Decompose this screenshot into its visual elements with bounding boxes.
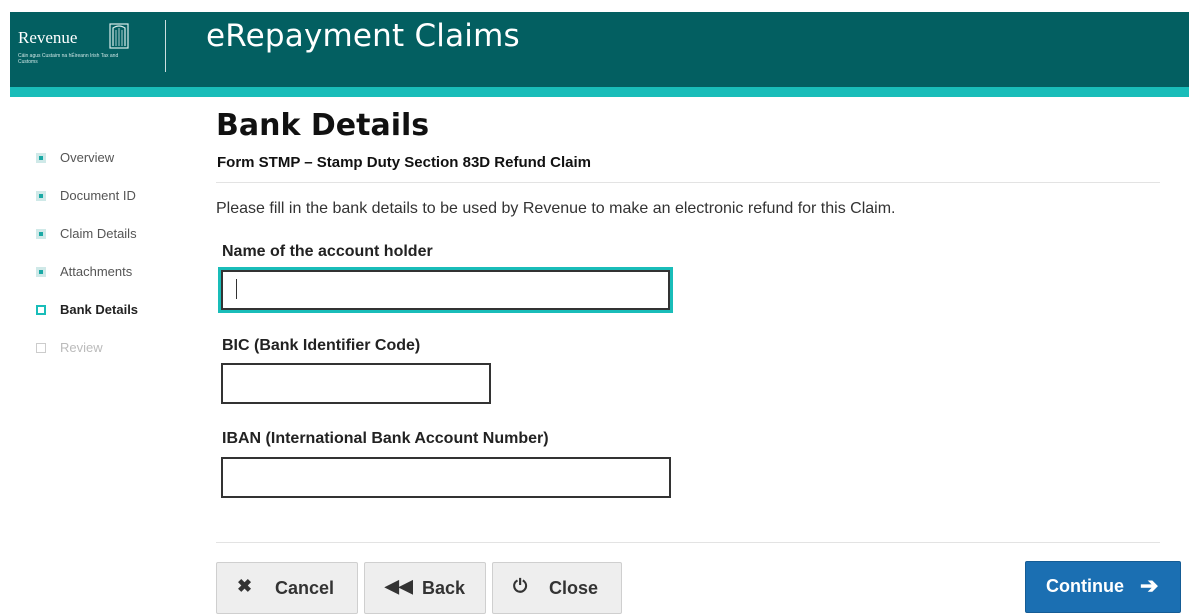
sidebar-item-label: Review <box>60 340 103 355</box>
step-complete-icon <box>36 267 46 277</box>
app-title: eRepayment Claims <box>206 18 520 54</box>
close-button[interactable]: ⏻ Close <box>492 562 622 614</box>
sidebar-item-label: Claim Details <box>60 226 137 241</box>
account-holder-input[interactable] <box>221 270 670 310</box>
form-subtitle: Form STMP – Stamp Duty Section 83D Refun… <box>217 154 591 171</box>
intro-text: Please fill in the bank details to be us… <box>216 200 896 217</box>
top-margin <box>0 0 1189 12</box>
divider <box>216 542 1160 543</box>
logo-subtext: Cáin agus Custaim na hÉireann Irish Tax … <box>18 53 119 65</box>
divider <box>216 182 1160 183</box>
cancel-button[interactable]: ✖ Cancel <box>216 562 358 614</box>
continue-button-label: Continue <box>1046 576 1124 596</box>
close-x-icon: ✖ <box>237 576 253 596</box>
sidebar-item-label: Bank Details <box>60 302 139 317</box>
continue-button[interactable]: Continue ➔ <box>1025 561 1181 613</box>
revenue-logo[interactable]: Revenue Cáin agus Custaim na hÉireann Ir… <box>18 20 136 70</box>
sidebar-item-overview[interactable]: Overview <box>36 150 196 188</box>
iban-label: IBAN (International Bank Account Number) <box>222 430 549 447</box>
back-button-label: Back <box>422 578 466 598</box>
rewind-icon: ◀◀ <box>385 576 413 596</box>
step-complete-icon <box>36 229 46 239</box>
cancel-button-label: Cancel <box>275 578 335 598</box>
header-divider <box>165 20 166 72</box>
sidebar-item-label: Attachments <box>60 264 133 279</box>
sidebar-item-label: Overview <box>60 150 115 165</box>
header-accent-bar <box>10 87 1189 97</box>
iban-input[interactable] <box>221 457 671 498</box>
text-caret <box>236 279 237 299</box>
bic-label: BIC (Bank Identifier Code) <box>222 337 421 354</box>
account-holder-label: Name of the account holder <box>222 243 433 260</box>
back-button[interactable]: ◀◀ Back <box>364 562 486 614</box>
step-current-icon <box>36 305 46 315</box>
power-icon: ⏻ <box>513 576 528 596</box>
sidebar-item-bank-details: Bank Details <box>36 302 196 340</box>
progress-sidebar: Overview Document ID Claim Details Attac… <box>36 150 196 378</box>
step-complete-icon <box>36 153 46 163</box>
close-button-label: Close <box>549 578 599 598</box>
page-title: Bank Details <box>216 108 430 143</box>
bic-input[interactable] <box>221 363 491 404</box>
sidebar-item-review: Review <box>36 340 196 378</box>
sidebar-item-claim-details[interactable]: Claim Details <box>36 226 196 264</box>
sidebar-item-document-id[interactable]: Document ID <box>36 188 196 226</box>
harp-icon <box>109 23 129 49</box>
logo-text: Revenue <box>18 28 78 47</box>
step-complete-icon <box>36 191 46 201</box>
sidebar-item-label: Document ID <box>60 188 136 203</box>
app-header: Revenue Cáin agus Custaim na hÉireann Ir… <box>10 12 1189 87</box>
step-pending-icon <box>36 343 46 353</box>
sidebar-item-attachments[interactable]: Attachments <box>36 264 196 302</box>
arrow-right-icon: ➔ <box>1140 573 1159 598</box>
